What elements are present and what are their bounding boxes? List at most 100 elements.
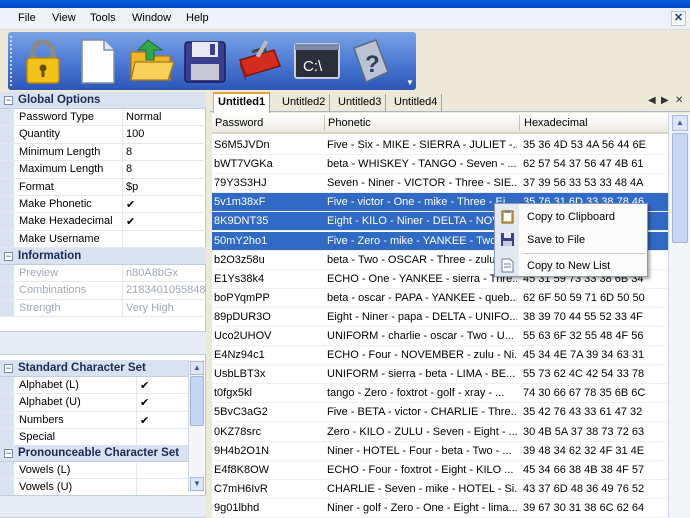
property-value[interactable]: ✔ xyxy=(136,394,188,411)
property-value[interactable]: ✔ xyxy=(136,377,188,394)
toolbox-icon[interactable] xyxy=(234,36,284,86)
table-row[interactable]: 89pDUR3O Eight - Niner - papa - DELTA - U… xyxy=(212,308,668,327)
toolbar-overflow-icon[interactable]: ▼ xyxy=(405,78,415,88)
property-name: Quantity xyxy=(19,128,60,141)
save-disk-icon[interactable] xyxy=(180,36,230,86)
tab-next-icon[interactable]: ▶ xyxy=(661,95,669,106)
tab-untitled2[interactable]: Untitled2 xyxy=(278,94,331,112)
menu-tools[interactable]: Tools xyxy=(90,12,116,24)
collapse-icon[interactable]: − xyxy=(4,96,13,105)
collapse-icon[interactable]: − xyxy=(4,252,13,261)
scroll-thumb[interactable] xyxy=(672,133,688,243)
table-row[interactable]: Uco2UHOV UNIFORM - charlie - oscar - Two … xyxy=(212,327,668,347)
property-row[interactable]: Numbers ✔ xyxy=(0,411,188,430)
table-row[interactable]: 5BvC3aG2 Five - BETA - victor - CHARLIE -… xyxy=(212,403,668,423)
property-value[interactable]: 100 xyxy=(122,126,206,143)
open-folder-icon[interactable] xyxy=(126,36,176,86)
charset-scrollbar[interactable]: ▲ ▼ xyxy=(188,360,204,492)
property-value[interactable]: n80A8bGx xyxy=(122,265,206,282)
property-row[interactable]: Minimum Length 8 xyxy=(0,143,206,162)
table-row[interactable]: 9H4b2O1N Niner - HOTEL - Four - beta - Tw… xyxy=(212,442,668,461)
collapse-icon[interactable]: − xyxy=(4,364,13,373)
property-value[interactable]: 8 xyxy=(122,143,206,161)
menu-file[interactable]: File xyxy=(18,12,36,24)
password-grid: Password Phonetic Hexadecimal S6M5JVDn Fi… xyxy=(212,113,668,518)
column-divider[interactable] xyxy=(519,115,520,131)
property-row[interactable]: Alphabet (U) ✔ xyxy=(0,394,188,412)
scroll-down-icon[interactable]: ▼ xyxy=(190,477,204,491)
collapse-icon[interactable]: − xyxy=(4,449,13,458)
group-pronounceable-charset[interactable]: − Pronounceable Character Set xyxy=(0,445,188,462)
property-value[interactable]: ✔ xyxy=(136,411,188,429)
phonetic-cell: UNIFORM - sierra - beta - LIMA - BE... xyxy=(327,368,516,381)
table-row[interactable]: E4f8K8OW ECHO - Four - foxtrot - Eight - … xyxy=(212,461,668,480)
save-to-file-item[interactable]: Save to File xyxy=(495,229,647,251)
property-value[interactable]: Very High xyxy=(122,299,206,317)
lock-icon[interactable] xyxy=(18,36,68,86)
property-row[interactable]: Password Type Normal xyxy=(0,109,206,127)
table-row[interactable]: boPYqmPP beta - oscar - PAPA - YANKEE - q… xyxy=(212,289,668,308)
property-value[interactable]: Normal xyxy=(122,109,206,126)
property-row[interactable]: Maximum Length 8 xyxy=(0,161,206,179)
property-value[interactable] xyxy=(136,462,188,479)
command-prompt-icon[interactable]: C:\ xyxy=(292,36,342,86)
property-row[interactable]: Strength Very High xyxy=(0,299,206,318)
property-row[interactable]: Special xyxy=(0,429,188,447)
tab-prev-icon[interactable]: ◀ xyxy=(648,95,656,106)
scroll-up-icon[interactable]: ▲ xyxy=(672,115,688,131)
column-hexadecimal[interactable]: Hexadecimal xyxy=(524,117,588,129)
tab-untitled3[interactable]: Untitled3 xyxy=(334,94,387,112)
property-row[interactable]: Make Username xyxy=(0,230,206,249)
property-value[interactable]: 2183401055848 xyxy=(122,282,206,299)
toolbar-grip[interactable] xyxy=(10,36,13,86)
property-value[interactable] xyxy=(136,429,188,446)
table-row[interactable]: E4Nz94c1 ECHO - Four - NOVEMBER - zulu - … xyxy=(212,346,668,366)
table-row[interactable]: t0fgx5kl tango - Zero - foxtrot - golf - … xyxy=(212,384,668,404)
table-row[interactable]: UsbLBT3x UNIFORM - sierra - beta - LIMA -… xyxy=(212,365,668,385)
property-name: Vowels (L) xyxy=(19,464,71,476)
scroll-up-icon[interactable]: ▲ xyxy=(190,361,204,375)
new-document-icon[interactable] xyxy=(72,36,122,86)
charset-description-box xyxy=(0,495,206,518)
property-row[interactable]: Format $p xyxy=(0,178,206,196)
tab-untitled1[interactable]: Untitled1 xyxy=(213,92,271,113)
table-row[interactable]: 79Y3S3HJ Seven - Niner - VICTOR - Three -… xyxy=(212,174,668,194)
property-value[interactable]: 8 xyxy=(122,161,206,178)
table-row[interactable]: 0KZ78src Zero - KILO - ZULU - Seven - Eig… xyxy=(212,423,668,442)
property-row[interactable]: Quantity 100 xyxy=(0,126,206,144)
copy-to-new-list-item[interactable]: Copy to New List xyxy=(495,255,647,277)
password-cell: bWT7VGKa xyxy=(214,158,273,171)
property-row[interactable]: Preview n80A8bGx xyxy=(0,265,206,283)
property-value[interactable] xyxy=(122,230,206,248)
property-row[interactable]: Alphabet (L) ✔ xyxy=(0,377,188,395)
group-information[interactable]: − Information xyxy=(0,248,206,265)
table-row[interactable]: S6M5JVDn Five - Six - MIKE - SIERRA - JUL… xyxy=(212,136,668,156)
column-password[interactable]: Password xyxy=(215,117,263,129)
property-row[interactable]: Combinations 2183401055848 xyxy=(0,282,206,300)
property-value[interactable] xyxy=(136,479,188,496)
property-row[interactable]: Vowels (L) xyxy=(0,462,188,480)
column-phonetic[interactable]: Phonetic xyxy=(328,117,371,129)
property-value[interactable]: ✔ xyxy=(122,196,206,213)
close-icon[interactable]: ✕ xyxy=(671,11,686,26)
menu-view[interactable]: View xyxy=(52,12,76,24)
table-row[interactable]: C7mH6IvR CHARLIE - Seven - mike - HOTEL -… xyxy=(212,480,668,499)
copy-to-clipboard-item[interactable]: Copy to Clipboard xyxy=(495,206,647,228)
property-row[interactable]: Make Hexadecimal ✔ xyxy=(0,213,206,231)
property-value[interactable]: ✔ xyxy=(122,213,206,230)
help-book-icon[interactable]: ? xyxy=(346,36,396,86)
group-standard-charset[interactable]: − Standard Character Set xyxy=(0,360,188,377)
menu-window[interactable]: Window xyxy=(132,12,171,24)
grid-scrollbar[interactable]: ▲ xyxy=(668,113,690,518)
property-row[interactable]: Make Phonetic ✔ xyxy=(0,196,206,214)
tab-untitled4[interactable]: Untitled4 xyxy=(390,94,443,112)
scroll-thumb[interactable] xyxy=(190,376,204,426)
table-row[interactable]: bWT7VGKa beta - WHISKEY - TANGO - Seven -… xyxy=(212,155,668,175)
tab-close-icon[interactable]: ✕ xyxy=(675,95,683,106)
column-divider[interactable] xyxy=(324,115,325,131)
property-value[interactable]: $p xyxy=(122,178,206,195)
menu-help[interactable]: Help xyxy=(186,12,209,24)
phonetic-cell: ECHO - One - YANKEE - sierra - Thre... xyxy=(327,272,517,285)
group-global-options[interactable]: − Global Options xyxy=(0,92,206,109)
table-row[interactable]: 9g01lbhd Niner - golf - Zero - One - Eigh… xyxy=(212,499,668,518)
